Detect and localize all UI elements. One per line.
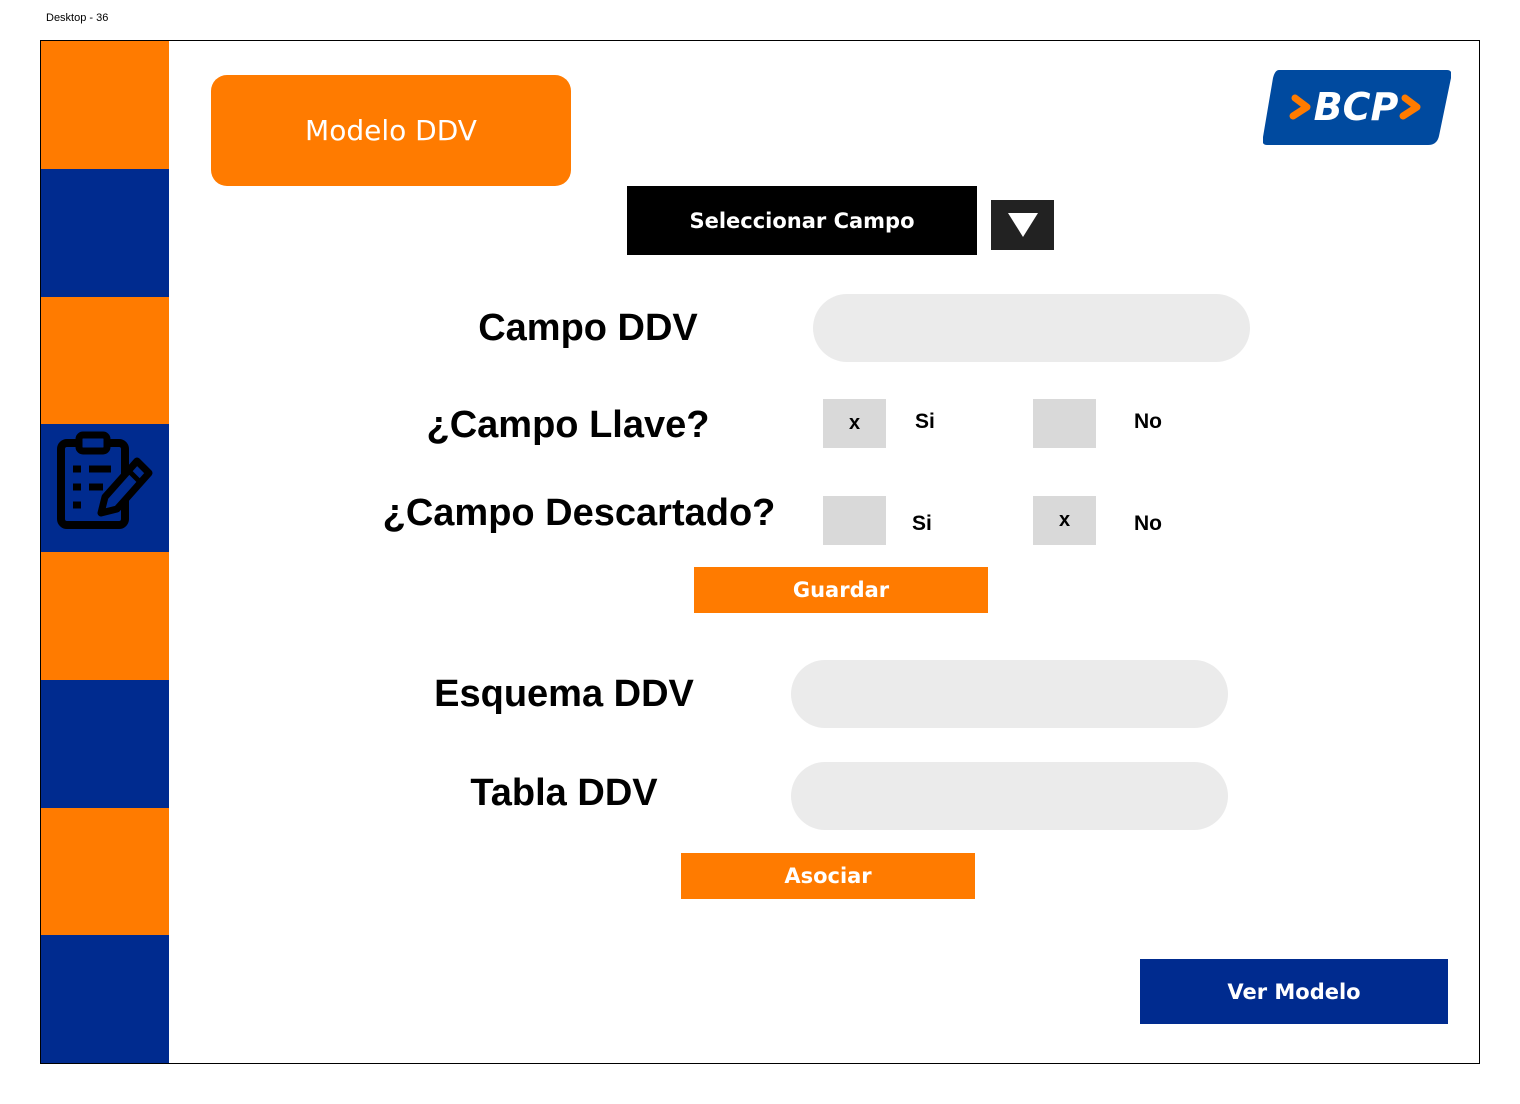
sidebar-stripe — [41, 552, 169, 680]
ver-modelo-button[interactable]: Ver Modelo — [1140, 959, 1448, 1024]
guardar-button[interactable]: Guardar — [694, 567, 988, 613]
sidebar-stripe — [41, 807, 169, 936]
llave-si-label: Si — [915, 410, 935, 433]
descartado-si-label: Si — [912, 512, 932, 535]
campo-ddv-label: Campo DDV — [478, 307, 698, 349]
dropdown-button[interactable] — [991, 200, 1054, 250]
frame-label: Desktop - 36 — [46, 12, 109, 24]
descartado-si-checkbox[interactable] — [823, 496, 886, 545]
page-title: Modelo DDV — [211, 75, 571, 186]
campo-ddv-input[interactable] — [813, 294, 1250, 362]
sidebar-stripe — [41, 679, 169, 808]
sidebar-stripe — [41, 168, 169, 297]
logo-text: BCP — [1314, 85, 1399, 129]
llave-no-label: No — [1134, 410, 1162, 433]
app-frame: Modelo DDV BCP Seleccionar Campo Campo D… — [40, 40, 1480, 1064]
asociar-button[interactable]: Asociar — [681, 853, 975, 899]
descartado-no-checkbox[interactable]: x — [1033, 496, 1096, 545]
tabla-ddv-label: Tabla DDV — [470, 772, 658, 814]
sidebar-stripe — [41, 41, 169, 169]
campo-llave-label: ¿Campo Llave? — [426, 404, 710, 446]
sidebar-stripe — [41, 935, 169, 1063]
llave-si-checkbox[interactable]: x — [823, 399, 886, 448]
llave-no-checkbox[interactable] — [1033, 399, 1096, 448]
tabla-ddv-input[interactable] — [791, 762, 1228, 830]
sidebar — [41, 41, 169, 1063]
field-selector[interactable]: Seleccionar Campo — [627, 186, 977, 255]
campo-descartado-label: ¿Campo Descartado? — [382, 492, 776, 534]
esquema-ddv-label: Esquema DDV — [434, 673, 694, 715]
bcp-logo: BCP — [1262, 70, 1452, 145]
esquema-ddv-input[interactable] — [791, 660, 1228, 728]
triangle-down-icon — [1007, 213, 1038, 237]
descartado-no-label: No — [1134, 512, 1162, 535]
clipboard-edit-icon[interactable] — [55, 431, 155, 531]
sidebar-stripe — [41, 296, 169, 425]
